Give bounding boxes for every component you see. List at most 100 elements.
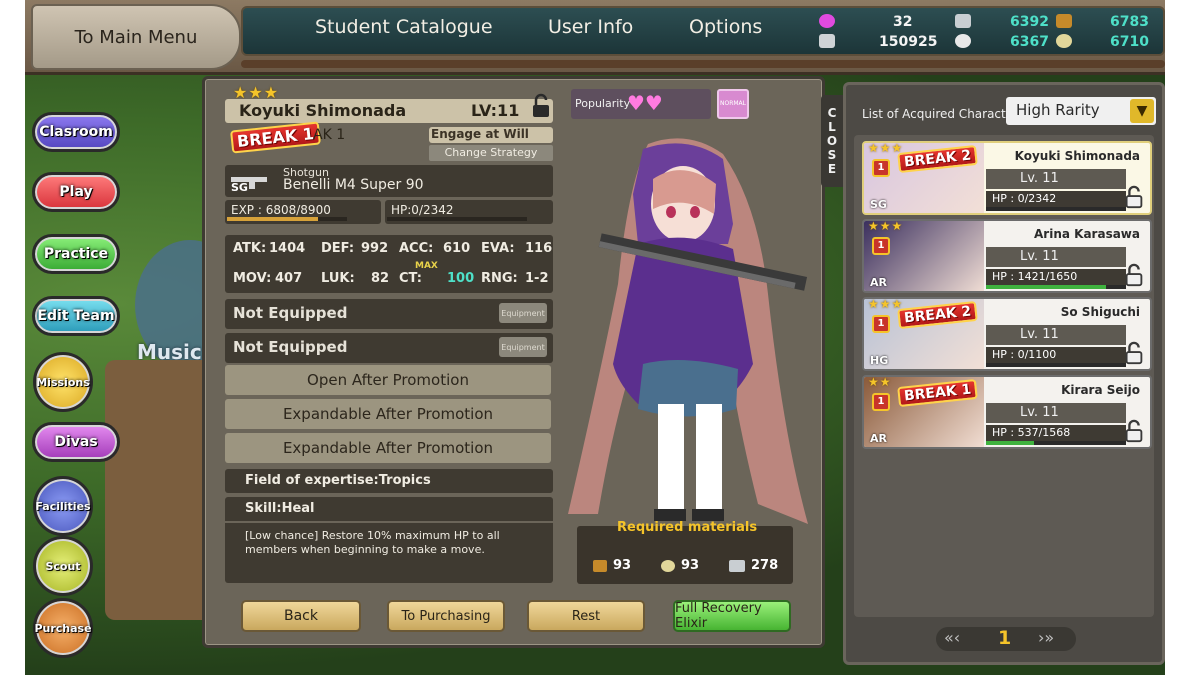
- skill-description: [Low chance] Restore 10% maximum HP to a…: [245, 529, 500, 556]
- card-hp-bar: [986, 207, 1126, 211]
- exp-box: EXP : 6808/8900: [225, 200, 381, 224]
- game-screen: Music To Main Menu Student Catalogue Use…: [25, 0, 1165, 675]
- top-bar: To Main Menu Student Catalogue User Info…: [25, 0, 1165, 75]
- chevron-down-icon: ▼: [1130, 99, 1154, 123]
- break-badge: BREAK 1: [230, 121, 321, 154]
- character-card[interactable]: ★★★ 1 BREAK 2 HG So Shiguchi Lv. 11 HP : 0/110…: [862, 297, 1152, 371]
- hp-bar: [387, 217, 527, 221]
- exp-text: EXP : 6808/8900: [231, 203, 331, 217]
- card-hp: HP : 0/2342: [986, 191, 1126, 207]
- weapon-box: SG Shotgun Benelli M4 Super 90: [225, 165, 553, 197]
- play-button[interactable]: Play: [32, 172, 120, 212]
- sort-dropdown[interactable]: High Rarity ▼: [1006, 97, 1156, 125]
- last-page-icon[interactable]: ›»: [1038, 628, 1054, 647]
- first-page-icon[interactable]: «‹: [944, 628, 960, 647]
- ammo-icon: [1056, 14, 1072, 28]
- acc-label: ACC:: [399, 241, 434, 256]
- rank-badge-icon: 1: [872, 315, 890, 333]
- list-header: List of Acquired Characters: [862, 107, 1025, 121]
- to-purchasing-button[interactable]: To Purchasing: [387, 600, 505, 632]
- character-card[interactable]: ★★ 1 BREAK 1 AR Kirara Seijo Lv. 11 HP : 537/1…: [862, 375, 1152, 449]
- weapon-class: AR: [870, 432, 887, 445]
- card-name: Koyuki Shimonada: [1014, 149, 1140, 163]
- main-menu-label: To Main Menu: [74, 26, 198, 48]
- unlock-icon[interactable]: [1124, 263, 1144, 287]
- card-stars: ★★: [868, 375, 892, 389]
- practice-button[interactable]: Practice: [32, 234, 120, 274]
- rank-badge-icon: 1: [872, 237, 890, 255]
- ct-label: CT:: [399, 271, 422, 286]
- card-stars: ★★★: [868, 219, 904, 233]
- missions-button[interactable]: Missions: [33, 352, 93, 412]
- unlock-icon[interactable]: [1124, 341, 1144, 365]
- popularity-hearts-icon: ♥♥: [627, 91, 663, 115]
- weapon-class: AR: [870, 276, 887, 289]
- card-level: Lv. 11: [986, 325, 1126, 345]
- equipment-button[interactable]: Equipment: [499, 337, 547, 357]
- weapon-name: Benelli M4 Super 90: [283, 177, 424, 193]
- character-card[interactable]: ★★★ 1 AR Arina Karasawa Lv. 11 HP : 1421/1650: [862, 219, 1152, 293]
- full-recovery-elixir-button[interactable]: Full Recovery Elixir: [673, 600, 791, 632]
- change-strategy-label: Change Strategy: [444, 146, 538, 159]
- change-strategy-button[interactable]: Change Strategy: [429, 145, 553, 161]
- heart-potion-icon: [819, 14, 835, 28]
- popularity-badge-label: NORMAL: [719, 100, 746, 107]
- exp-bar-fill: [227, 217, 319, 221]
- character-list-panel: List of Acquired Characters High Rarity …: [843, 82, 1165, 665]
- purchase-button[interactable]: Purchase: [33, 598, 93, 658]
- resource-c: 6783: [1110, 14, 1149, 30]
- back-button[interactable]: Back: [241, 600, 361, 632]
- gear-part-icon: [955, 34, 971, 48]
- promotion-slot: Expandable After Promotion: [225, 399, 551, 429]
- required-materials-box: Required materials 93 93 278: [577, 520, 793, 584]
- metal-required: 278: [751, 558, 779, 573]
- main-menu-button[interactable]: To Main Menu: [31, 4, 241, 70]
- required-materials-label: Required materials: [617, 520, 758, 535]
- card-level: Lv. 11: [986, 403, 1126, 423]
- atk-value: 1404: [269, 241, 306, 256]
- sort-value: High Rarity: [1016, 101, 1100, 119]
- resource-b: 6367: [1010, 34, 1049, 50]
- luk-label: LUK:: [321, 271, 355, 286]
- exp-bar: [227, 217, 347, 221]
- card-hp-bar-fill: [986, 441, 1034, 445]
- rng-label: RNG:: [481, 271, 518, 286]
- edit-team-button[interactable]: Edit Team: [32, 296, 120, 336]
- card-hp-bar: [986, 285, 1126, 289]
- tab-student-catalogue[interactable]: Student Catalogue: [315, 16, 493, 38]
- luk-value: 82: [371, 271, 390, 286]
- facilities-button[interactable]: Facilities: [33, 476, 93, 536]
- unlock-icon[interactable]: [531, 93, 551, 119]
- divas-button[interactable]: Divas: [32, 422, 120, 462]
- popularity-box: Popularity ♥♥: [571, 89, 711, 119]
- engage-mode: Engage at Will: [429, 127, 553, 143]
- tab-user-info[interactable]: User Info: [548, 16, 633, 38]
- close-list-button[interactable]: CLOSE: [821, 95, 843, 187]
- unlock-icon[interactable]: [1124, 185, 1144, 209]
- card-level: Lv. 11: [986, 169, 1126, 189]
- resource-d: 6710: [1110, 34, 1149, 50]
- tab-options[interactable]: Options: [689, 16, 762, 38]
- field-text: Field of expertise:Tropics: [245, 473, 431, 488]
- weapon-class: SG: [231, 181, 248, 194]
- character-card[interactable]: ★★★ 1 BREAK 2 SG Koyuki Shimonada Lv. 11 HP : …: [862, 141, 1152, 215]
- def-label: DEF:: [321, 241, 355, 256]
- engage-label: Engage at Will: [431, 127, 529, 141]
- rest-button[interactable]: Rest: [527, 600, 645, 632]
- unlock-icon[interactable]: [1124, 419, 1144, 443]
- equip-slot[interactable]: Not Equipped Equipment: [225, 333, 553, 363]
- equipment-button[interactable]: Equipment: [499, 303, 547, 323]
- card-hp: HP : 537/1568: [986, 425, 1126, 441]
- hp-text: HP:0/2342: [391, 203, 454, 217]
- hearts-count: 32: [893, 14, 913, 30]
- hp-box: HP:0/2342: [385, 200, 553, 224]
- scout-button[interactable]: Scout: [33, 536, 93, 596]
- equip-slot[interactable]: Not Equipped Equipment: [225, 299, 553, 329]
- card-level: Lv. 11: [986, 247, 1126, 267]
- break-label: AK 1: [313, 127, 346, 143]
- mov-value: 407: [275, 271, 303, 286]
- def-value: 992: [361, 241, 389, 256]
- skill-box: Skill:Heal [Low chance] Restore 10% maxi…: [225, 497, 553, 583]
- material-required: 93: [681, 558, 700, 573]
- classroom-button[interactable]: Clasroom: [32, 112, 120, 152]
